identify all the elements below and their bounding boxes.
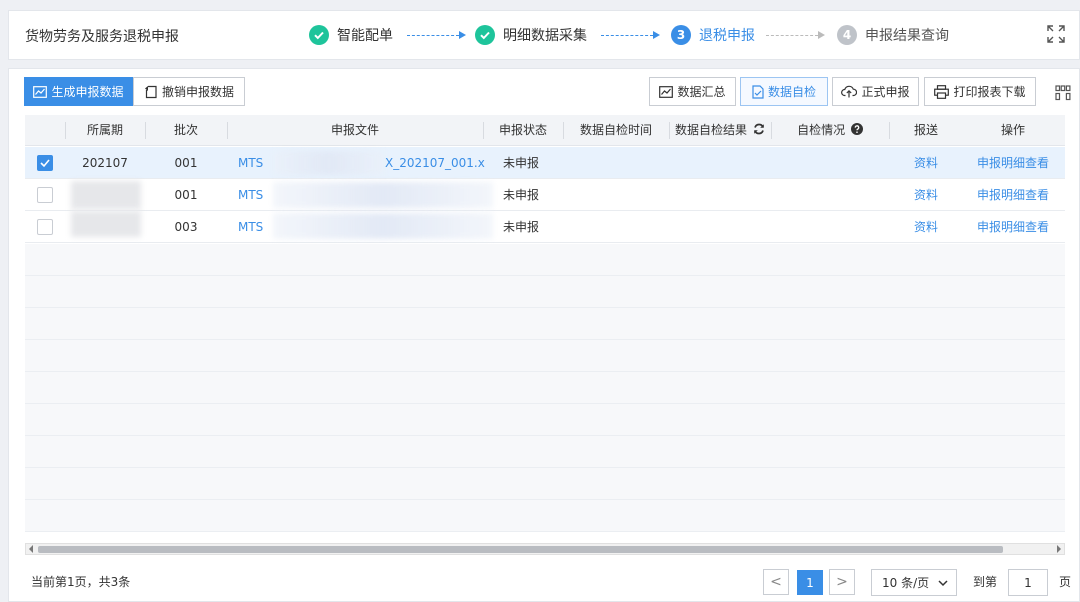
empty-row (25, 500, 1065, 532)
step-number-icon: 3 (671, 25, 691, 45)
col-status: 申报状态 (498, 123, 547, 137)
empty-row (25, 244, 1065, 276)
redacted-block (273, 151, 385, 175)
step-connector (601, 35, 653, 36)
view-detail-link[interactable]: 申报明细查看 (963, 211, 1063, 243)
col-action: 操作 (1000, 123, 1025, 137)
page-size-select[interactable]: 10 条/页 (871, 569, 957, 596)
cell-status: 未申报 (503, 188, 540, 202)
undo-file-icon (144, 85, 157, 98)
col-check-detail: 自检情况 (771, 115, 889, 146)
step-label: 申报结果查询 (865, 28, 949, 44)
table-row[interactable]: 003 MTS 未申报 资料 申报明细查看 (25, 211, 1065, 243)
file-check-icon (752, 84, 764, 99)
empty-row (25, 372, 1065, 404)
cloud-upload-icon (841, 85, 858, 98)
step-label: 退税申报 (699, 28, 755, 44)
step-detail-collect[interactable]: 明细数据采集 (475, 24, 587, 46)
check-icon (40, 159, 50, 168)
col-batch: 批次 (173, 123, 198, 137)
generate-data-button[interactable]: 生成申报数据 (24, 77, 133, 106)
refresh-icon[interactable] (753, 123, 765, 135)
fullscreen-icon[interactable] (1047, 25, 1065, 43)
empty-row (25, 308, 1065, 340)
help-circle-icon[interactable] (850, 123, 863, 135)
revoke-data-button[interactable]: 撤销申报数据 (133, 77, 245, 106)
step-result-query[interactable]: 4 申报结果查询 (837, 24, 949, 46)
cell-batch: 003 (174, 220, 198, 234)
step-tax-declare[interactable]: 3 退税申报 (671, 24, 755, 46)
empty-row (25, 468, 1065, 500)
page-summary: 当前第1页，共3条 (31, 575, 131, 589)
data-summary-button[interactable]: 数据汇总 (649, 77, 736, 106)
send-material-link[interactable]: 资料 (889, 211, 963, 243)
goto-page-input[interactable]: 1 (1008, 569, 1048, 596)
chart-line-icon (659, 85, 674, 98)
chart-line-icon (33, 85, 48, 98)
view-detail-link[interactable]: 申报明细查看 (963, 179, 1063, 211)
step-smart-match[interactable]: 智能配单 (309, 24, 393, 46)
horizontal-scrollbar[interactable] (25, 543, 1065, 555)
step-connector (407, 35, 459, 36)
table-row[interactable]: 202107 001 MTS X_202107_001.xr 未申报 资料 申报… (25, 147, 1065, 179)
print-download-button[interactable]: 打印报表下载 (924, 77, 1036, 106)
top-bar: 货物劳务及服务退税申报 智能配单 明细数据采集 3 退税申报 4 申报结果查询 (8, 10, 1080, 60)
prev-page-button[interactable]: < (763, 569, 789, 595)
redacted-block (273, 213, 493, 239)
goto-unit: 页 (1059, 575, 1072, 589)
scroll-thumb[interactable] (38, 546, 1003, 553)
cell-status: 未申报 (503, 156, 540, 170)
check-circle-icon (309, 25, 329, 45)
row-checkbox[interactable] (37, 219, 53, 235)
scroll-left-icon[interactable] (29, 545, 33, 553)
redacted-block (273, 182, 493, 208)
file-link[interactable]: MTS (238, 147, 278, 179)
step-label: 明细数据采集 (503, 28, 587, 44)
file-link-suffix[interactable]: X_202107_001.xr (385, 147, 485, 179)
col-check-result: 数据自检结果 (669, 115, 771, 146)
col-period: 所属期 (86, 123, 123, 137)
step-number-icon: 4 (837, 25, 857, 45)
row-checkbox[interactable] (37, 187, 53, 203)
redacted-block (71, 181, 141, 209)
scroll-right-icon[interactable] (1057, 545, 1061, 553)
cell-batch: 001 (174, 156, 198, 170)
step-label: 智能配单 (337, 28, 393, 44)
next-page-button[interactable]: > (829, 569, 855, 595)
send-material-link[interactable]: 资料 (889, 147, 963, 179)
cell-status: 未申报 (503, 220, 540, 234)
arrow-right-icon (459, 31, 466, 39)
file-link[interactable]: MTS (238, 211, 278, 243)
cell-batch: 001 (174, 188, 198, 202)
check-circle-icon (475, 25, 495, 45)
empty-row (25, 276, 1065, 308)
column-settings-icon[interactable] (1055, 85, 1071, 101)
empty-row (25, 436, 1065, 468)
empty-row (25, 404, 1065, 436)
view-detail-link[interactable]: 申报明细查看 (963, 147, 1063, 179)
col-check-time: 数据自检时间 (579, 123, 652, 137)
data-selfcheck-button[interactable]: 数据自检 (740, 77, 828, 106)
main-panel: 生成申报数据 撤销申报数据 数据汇总 数据自检 正式申报 打印报表下载 所属期 … (8, 68, 1080, 602)
step-connector (766, 35, 818, 36)
page-title: 货物劳务及服务退税申报 (25, 29, 179, 45)
table-row[interactable]: 001 MTS 未申报 资料 申报明细查看 (25, 179, 1065, 211)
file-link[interactable]: MTS (238, 179, 278, 211)
col-file: 申报文件 (330, 123, 379, 137)
row-checkbox[interactable] (37, 155, 53, 171)
arrow-right-icon (818, 31, 825, 39)
page-number-current[interactable]: 1 (797, 570, 823, 595)
redacted-block (71, 211, 141, 237)
col-send: 报送 (913, 123, 938, 137)
formal-submit-button[interactable]: 正式申报 (832, 77, 919, 106)
goto-label: 到第 (973, 575, 998, 589)
empty-row (25, 340, 1065, 372)
cell-period: 202107 (82, 156, 128, 170)
printer-icon (934, 84, 950, 99)
arrow-right-icon (653, 31, 660, 39)
table-header: 所属期 批次 申报文件 申报状态 数据自检时间 数据自检结果 自检情况 报送 操… (25, 115, 1065, 146)
chevron-down-icon (938, 580, 948, 587)
send-material-link[interactable]: 资料 (889, 179, 963, 211)
